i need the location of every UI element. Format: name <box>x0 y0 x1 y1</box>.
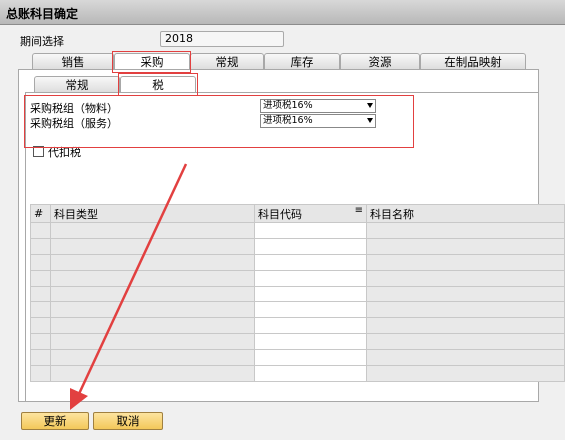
cancel-button[interactable]: 取消 <box>93 412 163 430</box>
gl-account-determination-window: 总账科目确定 期间选择 2018 销售 采购 常规 库存 资源 在制品映射 常规… <box>0 0 565 440</box>
update-button[interactable]: 更新 <box>21 412 89 430</box>
annotation-arrow-icon <box>70 163 188 410</box>
